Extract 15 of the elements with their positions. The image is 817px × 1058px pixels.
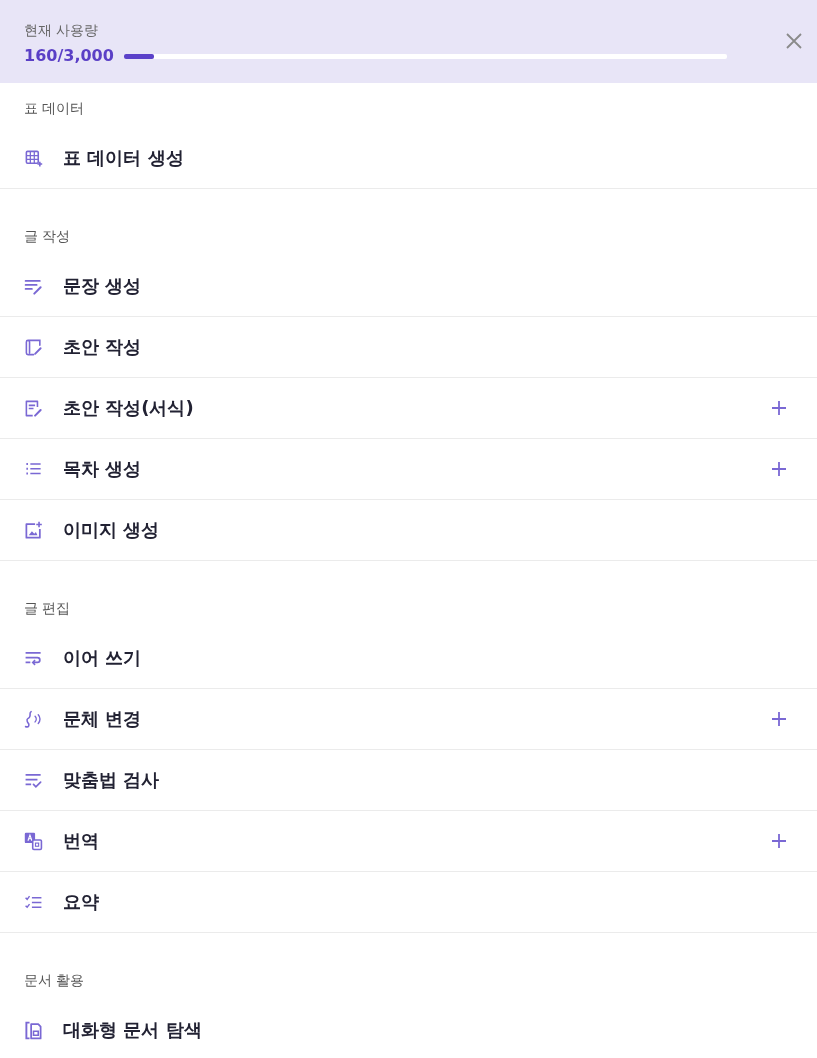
documents-icon bbox=[24, 1020, 43, 1040]
close-button[interactable] bbox=[785, 32, 803, 50]
document-pen-icon bbox=[24, 398, 43, 418]
translate-icon bbox=[24, 831, 43, 851]
close-icon bbox=[785, 32, 803, 50]
table-icon bbox=[24, 148, 43, 168]
section-heading: 표 데이터 bbox=[24, 99, 85, 118]
squiggle-wave-icon bbox=[24, 709, 43, 729]
usage-value: 160/3,000 bbox=[24, 45, 114, 67]
section-heading: 글 작성 bbox=[24, 227, 71, 246]
usage-label: 현재 사용량 bbox=[24, 21, 99, 40]
image-plus-icon bbox=[24, 520, 43, 540]
section-heading: 글 편집 bbox=[24, 599, 71, 618]
section-heading: 문서 활용 bbox=[24, 971, 85, 990]
scroll-pen-icon bbox=[24, 337, 43, 357]
